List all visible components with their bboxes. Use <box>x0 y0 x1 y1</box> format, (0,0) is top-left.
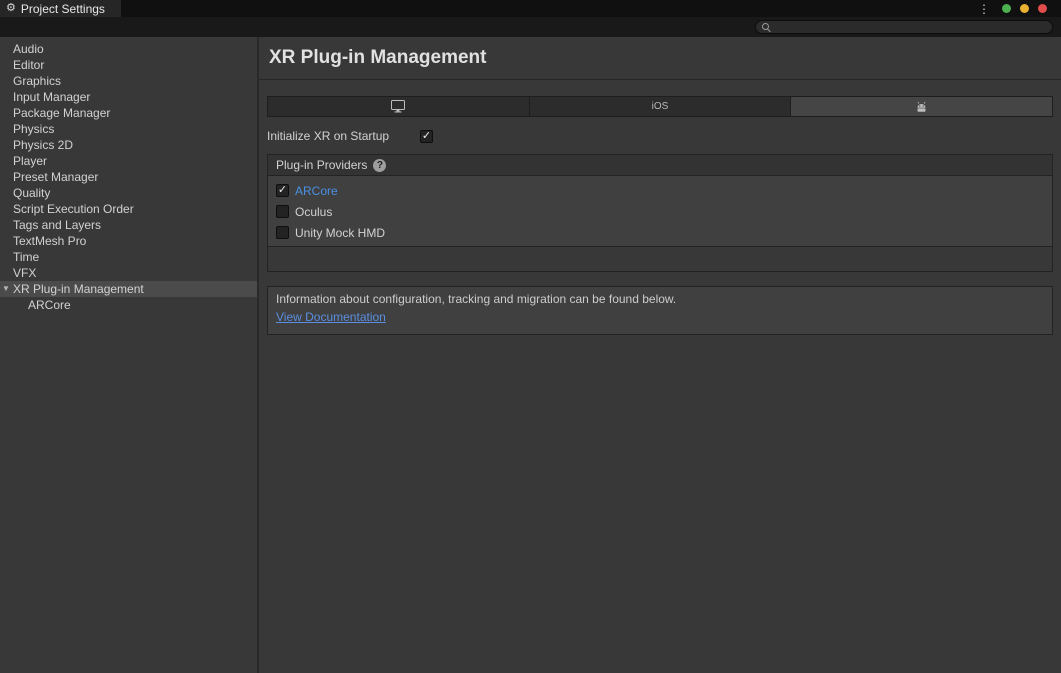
sidebar-item-quality[interactable]: Quality <box>0 185 257 201</box>
android-icon <box>915 101 928 113</box>
tab-desktop[interactable] <box>268 97 530 116</box>
view-documentation-link[interactable]: View Documentation <box>276 310 386 324</box>
provider-row-arcore: ✓ ARCore <box>268 180 1052 201</box>
settings-toolbar <box>0 17 1061 37</box>
sidebar-item-label: Quality <box>13 186 50 200</box>
plugin-providers-header: Plug-in Providers ? <box>268 155 1052 176</box>
initialize-xr-label: Initialize XR on Startup <box>267 129 420 143</box>
sidebar-item-label: Graphics <box>13 74 61 88</box>
plugin-providers-title: Plug-in Providers <box>276 158 367 172</box>
window-close-button[interactable] <box>1038 4 1047 13</box>
search-box[interactable] <box>755 20 1053 34</box>
provider-label: Unity Mock HMD <box>295 226 385 240</box>
sidebar-item-input-manager[interactable]: Input Manager <box>0 89 257 105</box>
tab-ios-label: iOS <box>652 101 669 112</box>
sidebar-item-graphics[interactable]: Graphics <box>0 73 257 89</box>
sidebar-item-label: ARCore <box>28 298 71 312</box>
sidebar-item-physics-2d[interactable]: Physics 2D <box>0 137 257 153</box>
sidebar-item-label: VFX <box>13 266 36 280</box>
provider-checkbox[interactable]: ✓ <box>276 184 289 197</box>
sidebar-item-tags-and-layers[interactable]: Tags and Layers <box>0 217 257 233</box>
provider-checkbox[interactable] <box>276 226 289 239</box>
search-input[interactable] <box>775 21 1046 33</box>
sidebar-item-label: XR Plug-in Management <box>13 282 144 296</box>
sidebar-item-label: Time <box>13 250 39 264</box>
sidebar-item-xr-plug-in-management[interactable]: ▼XR Plug-in Management <box>0 281 257 297</box>
sidebar-item-vfx[interactable]: VFX <box>0 265 257 281</box>
window-titlebar: ⚙ Project Settings ⋮ <box>0 0 1061 17</box>
provider-label: Oculus <box>295 205 332 219</box>
info-box: Information about configuration, trackin… <box>267 286 1053 335</box>
overflow-menu-icon[interactable]: ⋮ <box>978 3 990 15</box>
sidebar-item-player[interactable]: Player <box>0 153 257 169</box>
tab-ios[interactable]: iOS <box>530 97 792 116</box>
settings-sidebar: Audio Editor Graphics Input Manager Package … <box>0 37 259 673</box>
sidebar-item-label: Tags and Layers <box>13 218 101 232</box>
page-title: XR Plug-in Management <box>269 47 1053 79</box>
sidebar-item-label: Physics <box>13 122 54 136</box>
plugin-providers-box: Plug-in Providers ? ✓ ARCore Oculus Unity M… <box>267 154 1053 272</box>
sidebar-item-package-manager[interactable]: Package Manager <box>0 105 257 121</box>
desktop-icon <box>391 100 405 113</box>
sidebar-item-label: Script Execution Order <box>13 202 134 216</box>
sidebar-item-label: Player <box>13 154 47 168</box>
window-tab-title: Project Settings <box>21 2 105 16</box>
sidebar-item-label: Audio <box>13 42 44 56</box>
gear-icon: ⚙ <box>6 3 16 14</box>
sidebar-item-label: Preset Manager <box>13 170 98 184</box>
main-panel: XR Plug-in Management iOS <box>259 37 1061 673</box>
project-settings-window-tab[interactable]: ⚙ Project Settings <box>0 0 121 17</box>
provider-checkbox[interactable] <box>276 205 289 218</box>
window-maximize-button[interactable] <box>1020 4 1029 13</box>
sidebar-list: Audio Editor Graphics Input Manager Package … <box>0 41 257 313</box>
sidebar-item-arcore[interactable]: ARCore <box>0 297 257 313</box>
sidebar-item-label: TextMesh Pro <box>13 234 86 248</box>
sidebar-item-script-execution-order[interactable]: Script Execution Order <box>0 201 257 217</box>
info-text: Information about configuration, trackin… <box>276 292 1044 306</box>
window-minimize-button[interactable] <box>1002 4 1011 13</box>
sidebar-item-label: Input Manager <box>13 90 90 104</box>
sidebar-item-label: Editor <box>13 58 44 72</box>
provider-box-footer <box>268 247 1052 271</box>
content-area: Audio Editor Graphics Input Manager Package … <box>0 37 1061 673</box>
provider-label: ARCore <box>295 184 338 198</box>
foldout-triangle-icon[interactable]: ▼ <box>2 281 10 297</box>
sidebar-item-time[interactable]: Time <box>0 249 257 265</box>
sidebar-item-label: Package Manager <box>13 106 110 120</box>
provider-row-unity-mock-hmd: Unity Mock HMD <box>268 222 1052 243</box>
initialize-xr-row: Initialize XR on Startup ✓ <box>267 129 1053 143</box>
sidebar-item-textmesh-pro[interactable]: TextMesh Pro <box>0 233 257 249</box>
window-controls: ⋮ <box>978 0 1047 17</box>
sidebar-item-label: Physics 2D <box>13 138 73 152</box>
sidebar-item-preset-manager[interactable]: Preset Manager <box>0 169 257 185</box>
title-divider <box>259 79 1061 80</box>
platform-tabbar: iOS <box>267 96 1053 117</box>
tab-android[interactable] <box>791 97 1052 116</box>
help-icon[interactable]: ? <box>373 159 386 172</box>
sidebar-item-editor[interactable]: Editor <box>0 57 257 73</box>
search-icon <box>762 23 771 32</box>
provider-list: ✓ ARCore Oculus Unity Mock HMD <box>268 176 1052 247</box>
sidebar-item-physics[interactable]: Physics <box>0 121 257 137</box>
provider-row-oculus: Oculus <box>268 201 1052 222</box>
initialize-xr-checkbox[interactable]: ✓ <box>420 130 433 143</box>
sidebar-item-audio[interactable]: Audio <box>0 41 257 57</box>
